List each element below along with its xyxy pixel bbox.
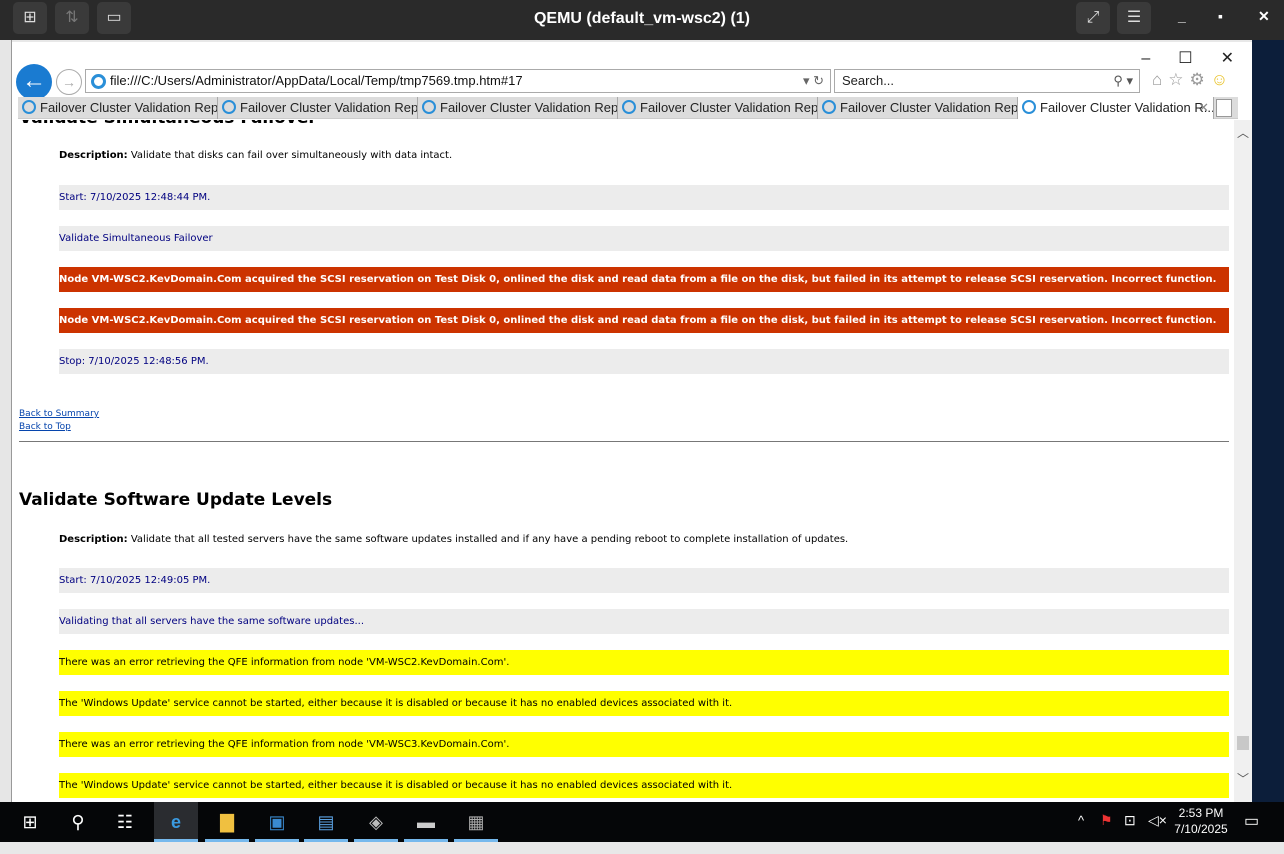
forward-button[interactable]: → (56, 69, 82, 95)
ie-maximize-button[interactable]: ☐ (1178, 50, 1192, 67)
volume-muted-icon[interactable]: ◁× (1148, 812, 1167, 829)
ie-minimize-button[interactable]: – (1141, 50, 1150, 67)
warning-row: The 'Windows Update' service cannot be s… (59, 691, 1229, 716)
search-icon[interactable]: ⚲ ▾ (1113, 70, 1133, 92)
ie-taskbar-icon[interactable]: e (154, 802, 198, 842)
tool-icon[interactable]: ◈ (354, 802, 398, 842)
refresh-icon[interactable]: ▾ ↻ (803, 70, 824, 92)
section-title: Validate Software Update Levels (19, 490, 333, 510)
taskbar: ⊞ ⚲ ☷ e ▇ ▣ ▤ ◈ ▬ ▦ ^ ⚑ ⊡ ◁× 2:53 PM 7/10… (0, 802, 1284, 842)
network-icon[interactable]: ⊡ (1124, 812, 1136, 829)
security-alert-icon[interactable]: ⚑ (1100, 812, 1113, 829)
clock[interactable]: 2:53 PM 7/10/2025 (1170, 805, 1232, 837)
time: 2:53 PM (1178, 806, 1224, 820)
tab-label: Failover Cluster Validation Rep... (640, 100, 818, 115)
ie-window-controls: – ☐ ✕ (1113, 48, 1234, 68)
ie-page-icon (91, 74, 106, 89)
close-button[interactable]: ✕ (1258, 8, 1270, 25)
log-row: Start: 7/10/2025 12:48:44 PM. (59, 185, 1229, 210)
warning-row: The 'Windows Update' service cannot be s… (59, 773, 1229, 798)
ie-icon (22, 100, 36, 114)
page-content: Validate Simultaneous Failover Descripti… (12, 120, 1234, 802)
server-manager-icon[interactable]: ▣ (255, 802, 299, 842)
date: 7/10/2025 (1174, 822, 1228, 836)
vertical-scrollbar[interactable]: ︿ ﹀ (1234, 120, 1252, 802)
search-input[interactable]: Search... ⚲ ▾ (834, 69, 1140, 93)
error-row: Node VM-WSC2.KevDomain.Com acquired the … (59, 267, 1229, 292)
new-tab-button[interactable] (1216, 99, 1232, 117)
desc-label: Description: (59, 150, 128, 161)
background-window-edge (0, 40, 12, 802)
tab-label: Failover Cluster Validation Rep... (440, 100, 618, 115)
scroll-down-icon[interactable]: ﹀ (1237, 770, 1249, 787)
error-row: Node VM-WSC2.KevDomain.Com acquired the … (59, 308, 1229, 333)
log-row: Validating that all servers have the sam… (59, 609, 1229, 634)
ie-icon (222, 100, 236, 114)
url-text: file:///C:/Users/Administrator/AppData/L… (110, 73, 523, 88)
close-tab-icon[interactable]: ✕ (1198, 97, 1209, 119)
desc-text: Validate that disks can fail over simult… (127, 150, 453, 161)
section-title: Validate Simultaneous Failover (19, 120, 317, 128)
ie-icon (1022, 100, 1036, 114)
minimize-button[interactable]: _ (1178, 8, 1186, 24)
tab[interactable]: Failover Cluster Validation Rep... (18, 97, 218, 119)
qemu-titlebar: ⊞ ⇅ ▭ QEMU (default_vm-wsc2) (1) ⤢ ☰ _ ▪… (0, 0, 1284, 40)
ie-icon (822, 100, 836, 114)
back-to-top-link[interactable]: Back to Top (19, 422, 71, 432)
desc-text: Validate that all tested servers have th… (127, 534, 849, 545)
log-row: Stop: 7/10/2025 12:48:56 PM. (59, 349, 1229, 374)
divider (19, 441, 1229, 442)
cmd-icon[interactable]: ▬ (404, 802, 448, 842)
scroll-up-icon[interactable]: ︿ (1237, 124, 1249, 141)
start-icon[interactable]: ⊞ (8, 802, 52, 842)
log-row: Validate Simultaneous Failover (59, 226, 1229, 251)
tab-active[interactable]: Failover Cluster Validation R... ✕ (1018, 97, 1214, 119)
tab-bar: Failover Cluster Validation Rep... Failo… (18, 97, 1238, 119)
tab[interactable]: Failover Cluster Validation Rep... (418, 97, 618, 119)
gear-icon[interactable]: ⚙ (1190, 70, 1211, 89)
desc-label: Description: (59, 534, 128, 545)
back-to-summary-link[interactable]: Back to Summary (19, 409, 99, 419)
tab[interactable]: Failover Cluster Validation Rep... (618, 97, 818, 119)
back-button[interactable]: ← (16, 64, 52, 100)
toolbar-icons: ⌂☆⚙☺ (1152, 70, 1234, 90)
favorites-icon[interactable]: ☆ (1168, 70, 1189, 89)
menu-icon[interactable]: ☰ (1117, 2, 1151, 34)
ie-close-button[interactable]: ✕ (1221, 50, 1234, 67)
log-row: Start: 7/10/2025 12:49:05 PM. (59, 568, 1229, 593)
notification-icon[interactable]: ▭ (1244, 811, 1259, 831)
search-placeholder: Search... (842, 73, 895, 88)
show-hidden-icons[interactable]: ^ (1078, 813, 1084, 828)
tab-label: Failover Cluster Validation R... (1040, 100, 1214, 115)
warning-row: There was an error retrieving the QFE in… (59, 732, 1229, 757)
tab[interactable]: Failover Cluster Validation Rep... (818, 97, 1018, 119)
cluster-manager-icon[interactable]: ▤ (304, 802, 348, 842)
address-bar[interactable]: file:///C:/Users/Administrator/AppData/L… (85, 69, 831, 93)
tab-label: Failover Cluster Validation Rep... (40, 100, 218, 115)
scroll-thumb[interactable] (1237, 736, 1249, 750)
admin-tools-icon[interactable]: ▦ (454, 802, 498, 842)
file-explorer-icon[interactable]: ▇ (205, 802, 249, 842)
description: Description: Validate that all tested se… (59, 534, 848, 545)
maximize-button[interactable]: ▪ (1218, 8, 1223, 24)
warning-row: There was an error retrieving the QFE in… (59, 650, 1229, 675)
ie-icon (422, 100, 436, 114)
ie-window: – ☐ ✕ ← → file:///C:/Users/Administrator/A… (12, 42, 1252, 802)
description: Description: Validate that disks can fai… (59, 150, 452, 161)
tab-label: Failover Cluster Validation Rep... (840, 100, 1018, 115)
home-icon[interactable]: ⌂ (1152, 70, 1168, 89)
tab-label: Failover Cluster Validation Rep... (240, 100, 418, 115)
fullscreen-icon[interactable]: ⤢ (1076, 2, 1110, 34)
desktop-background (1252, 40, 1284, 802)
smiley-icon[interactable]: ☺ (1211, 70, 1234, 89)
tab[interactable]: Failover Cluster Validation Rep... (218, 97, 418, 119)
ie-icon (622, 100, 636, 114)
task-view-icon[interactable]: ☷ (103, 802, 147, 842)
search-icon[interactable]: ⚲ (56, 802, 100, 842)
